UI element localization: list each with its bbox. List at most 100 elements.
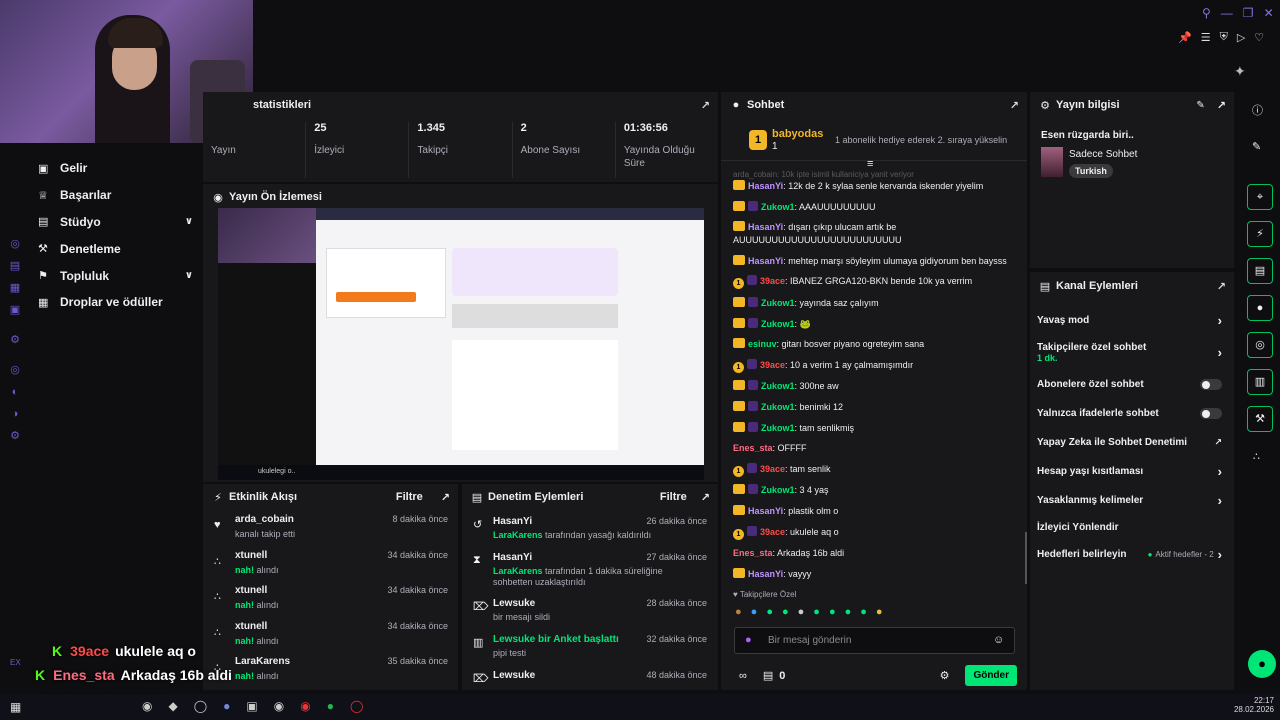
chat-username[interactable]: Zukow1 <box>761 423 795 433</box>
popout-icon[interactable]: ↗ <box>701 491 710 504</box>
rail-icon[interactable]: ◐ <box>0 381 30 403</box>
maximize-icon[interactable]: ❐ <box>1243 6 1254 20</box>
emote-icon[interactable]: ● <box>860 606 867 618</box>
popout-icon[interactable]: ↗ <box>701 99 710 112</box>
spotify-icon[interactable]: ● <box>327 699 334 713</box>
heart-icon[interactable]: ♡ <box>1254 31 1264 44</box>
rail-icon[interactable]: ▣ <box>0 299 30 321</box>
chat-username[interactable]: 39ace <box>760 360 785 370</box>
emote-icon[interactable]: ● <box>798 606 805 618</box>
chat-scrollbar[interactable] <box>1025 532 1027 584</box>
chat-message[interactable]: Zukow1: yayında saz çalıyım <box>733 296 1023 310</box>
edit-icon[interactable]: ✎ <box>1196 100 1204 111</box>
sidebar-item[interactable]: ⚒ Denetleme <box>38 235 193 262</box>
chat-message[interactable]: Zukow1: 3 4 yaş <box>733 484 1023 497</box>
emote-picker-icon[interactable]: ☺ <box>993 634 1004 646</box>
emote-icon[interactable]: ● <box>782 606 789 618</box>
emote-icon[interactable]: ● <box>751 606 758 618</box>
crosshair-icon[interactable]: ⌖ <box>1247 184 1273 210</box>
mod-action-item[interactable]: ▥ Lewsuke bir Anket başlattı 32 dakika önc… <box>462 634 718 670</box>
discord-icon[interactable]: ● <box>223 699 230 713</box>
chat-username[interactable]: HasanYi <box>748 256 783 266</box>
pinned-sub-leader[interactable]: 1 babyodas 1 1 abonelik hediye ederek 2.… <box>733 128 1023 156</box>
channel-action-item[interactable]: Abonelere özel sohbet <box>1030 370 1234 399</box>
popout-icon[interactable]: ↗ <box>1217 99 1226 112</box>
scroll-indicator-icon[interactable]: ≡ <box>867 158 873 170</box>
rail-icon[interactable]: ▤ <box>0 255 30 277</box>
category-name[interactable]: Sadece Sohbet <box>1069 149 1137 160</box>
pin-icon[interactable]: 📌 <box>1178 31 1192 44</box>
app-icon[interactable]: ◉ <box>142 699 152 713</box>
mod-action-item[interactable]: ⌦ Lewsuke 28 dakika önce bir mesajı sildi <box>462 598 718 634</box>
rail-icon[interactable]: ◎ <box>0 233 30 255</box>
opera-icon[interactable]: ◯ <box>350 699 363 713</box>
steam-icon[interactable]: ◉ <box>274 699 284 713</box>
chat-username[interactable]: HasanYi <box>748 506 783 516</box>
channel-action-item[interactable]: İzleyici Yönlendir <box>1030 515 1234 540</box>
shield-icon[interactable]: ⛨ <box>1220 31 1228 44</box>
chat-username[interactable]: Zukow1 <box>761 298 795 308</box>
chat-username[interactable]: Zukow1 <box>761 485 795 495</box>
sidebar-item[interactable]: ▦ Droplar ve ödüller <box>38 289 193 316</box>
chat-message[interactable]: 1 39ace: IBANEZ GRGA120-BKN bende 10k ya … <box>733 275 1023 290</box>
search-icon[interactable]: ⚲ <box>1202 6 1211 20</box>
bolt-icon[interactable]: ⚡ <box>1247 221 1273 247</box>
emote-icon[interactable]: ● <box>735 606 742 618</box>
chevron-down-icon[interactable]: ∨ <box>185 216 193 227</box>
support-icon[interactable]: ● <box>1248 650 1276 678</box>
chat-username[interactable]: 39ace <box>760 276 785 286</box>
chat-message[interactable]: Enes_sta: Arkadaş 16b aldi <box>733 547 1023 560</box>
activity-item[interactable]: ♥ arda_cobain 8 dakika önce kanalı takip et… <box>203 514 458 550</box>
channel-action-item[interactable]: Yavaş mod › <box>1030 306 1234 335</box>
chat-input[interactable]: ● Bir mesaj gönderin ☺ <box>734 627 1015 654</box>
rail-icon[interactable]: ◑ <box>0 403 30 425</box>
app-icon[interactable]: ◉ <box>300 699 310 713</box>
chat-username[interactable]: Zukow1 <box>761 202 795 212</box>
channel-action-item[interactable]: Yapay Zeka ile Sohbet Denetimi ↗ <box>1030 428 1234 457</box>
chat-username[interactable]: HasanYi <box>748 222 783 232</box>
mod-action-item[interactable]: ⌦ Lewsuke 48 dakika önce <box>462 670 718 690</box>
chat-message[interactable]: Zukow1: benimki 12 <box>733 400 1023 414</box>
channel-action-item[interactable]: Hesap yaşı kısıtlaması › <box>1030 457 1234 486</box>
document-icon[interactable]: ▤ <box>1247 258 1273 284</box>
sidebar-item[interactable]: ⚑ Topluluk ∨ <box>38 262 193 289</box>
chat-message[interactable]: esinuv: gitarı bosver piyano ogreteyim s… <box>733 338 1023 351</box>
chat-message[interactable]: HasanYi: mehtep marşı söyleyim ulumaya g… <box>733 254 1023 268</box>
list-icon[interactable]: ☰ <box>1201 31 1211 44</box>
infinity-icon[interactable]: ∞ <box>739 670 747 682</box>
popout-icon[interactable]: ↗ <box>441 491 450 504</box>
rail-icon[interactable]: ⚙ <box>0 329 30 351</box>
share-icon[interactable]: ∴ <box>1253 450 1260 463</box>
chat-message[interactable]: Zukow1: 300ne aw <box>733 380 1023 393</box>
toggle-switch[interactable] <box>1200 379 1222 390</box>
activity-item[interactable]: ∴ xtunell 34 dakika önce nah! alındı <box>203 585 458 621</box>
start-icon[interactable]: ▦ <box>10 700 21 714</box>
server-icon[interactable]: ▥ <box>1247 369 1273 395</box>
play-icon[interactable]: ▷ <box>1237 31 1245 44</box>
chat-username[interactable]: 39ace <box>760 464 785 474</box>
chat-message[interactable]: Zukow1: 🐸 <box>733 317 1023 331</box>
sidebar-item[interactable]: ♕ Başarılar <box>38 182 193 209</box>
rail-icon[interactable]: ⚙ <box>0 425 30 447</box>
close-icon[interactable]: ✕ <box>1264 6 1274 20</box>
activity-item[interactable]: ∴ xtunell 34 dakika önce nah! alındı <box>203 550 458 586</box>
channel-action-item[interactable]: Takipçilere özel sohbet 1 dk. › <box>1030 335 1234 370</box>
chat-message[interactable]: HasanYi: dışarı çıkıp ulucam artık be AU… <box>733 221 1023 247</box>
rail-icon[interactable]: ◎ <box>0 359 30 381</box>
emote-icon[interactable]: ● <box>829 606 836 618</box>
gift-icon[interactable]: ▤ <box>763 669 773 682</box>
sidebar-item[interactable]: ▣ Gelir <box>38 155 193 182</box>
info-icon[interactable]: ⓘ <box>1252 102 1263 118</box>
chat-message[interactable]: Zukow1: AAAUUUUUUUUU <box>733 200 1023 214</box>
send-button[interactable]: Gönder <box>965 665 1017 686</box>
stream-preview[interactable]: ukulelegi o.. <box>218 208 704 480</box>
channel-action-item[interactable]: Yalnızca ifadelerle sohbet <box>1030 399 1234 428</box>
mod-action-item[interactable]: ↺ HasanYi 26 dakika önce LaraKarens tarafın… <box>462 516 718 552</box>
popout-icon[interactable]: ↗ <box>1217 280 1226 293</box>
channel-action-item[interactable]: Hedefleri belirleyin ● Aktif hedefler - 2 › <box>1030 540 1234 568</box>
minimize-icon[interactable]: — <box>1221 6 1233 20</box>
filter-button[interactable]: Filtre <box>660 491 687 503</box>
microphone-icon[interactable]: ● <box>745 634 752 646</box>
app-icon[interactable]: ◆ <box>168 699 177 713</box>
chat-message[interactable]: Zukow1: tam senlikmiş <box>733 421 1023 435</box>
